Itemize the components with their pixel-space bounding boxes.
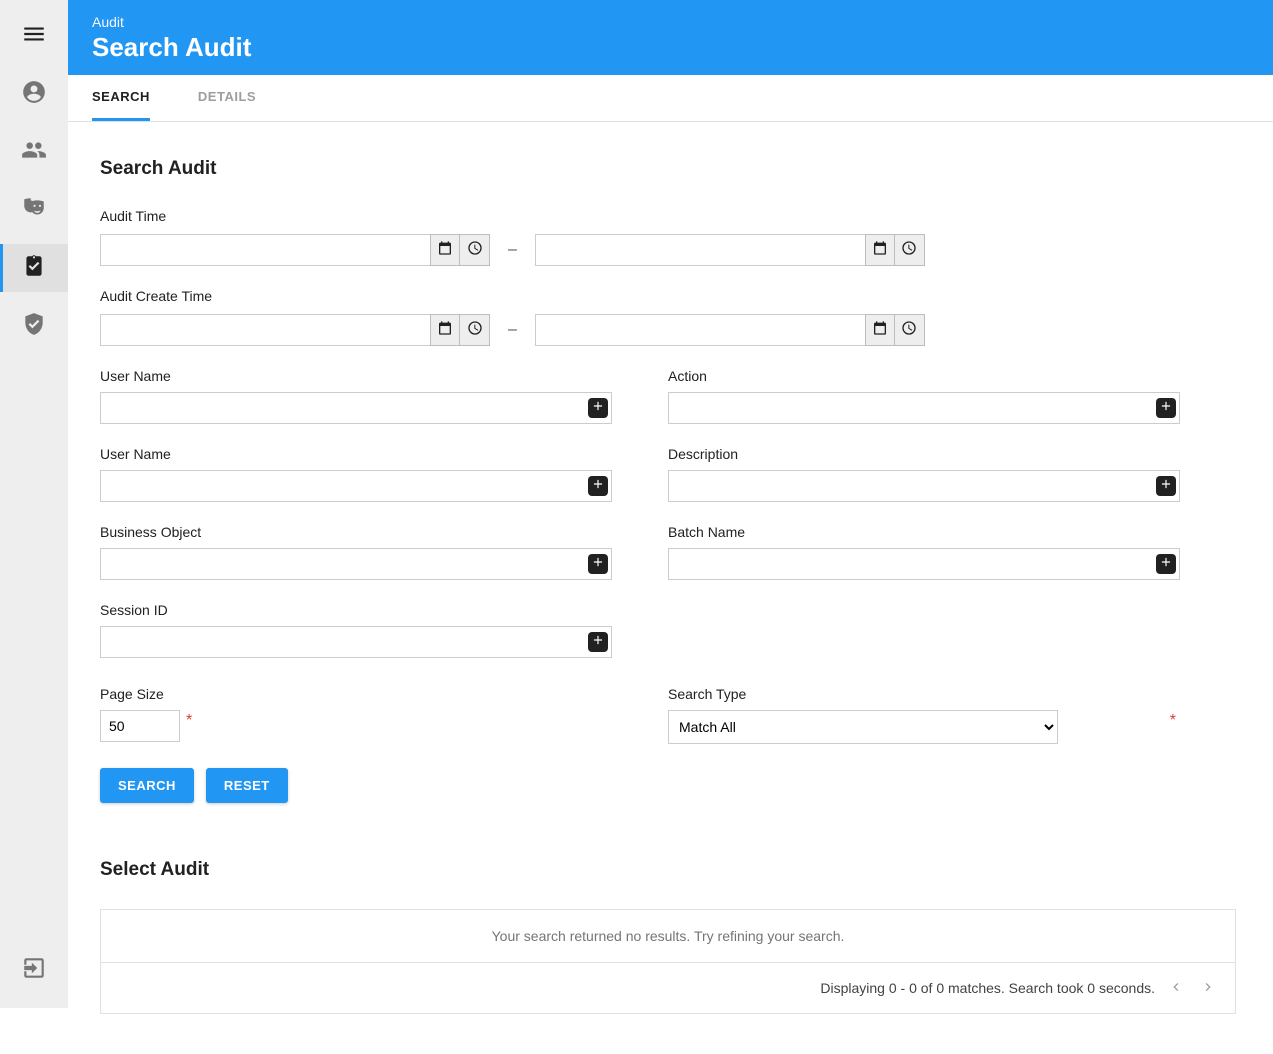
- search-type-select[interactable]: Match All: [668, 710, 1058, 744]
- breadcrumb: Audit: [92, 14, 1249, 30]
- action-label: Action: [668, 368, 1176, 384]
- business-object-input[interactable]: [100, 548, 612, 580]
- audit-create-to-date-button[interactable]: [865, 314, 895, 346]
- plus-icon: [591, 555, 605, 574]
- audit-create-time-range: –: [100, 314, 1236, 346]
- clock-icon: [901, 320, 917, 341]
- chevron-left-icon: [1168, 979, 1184, 998]
- business-object-add-button[interactable]: [588, 554, 608, 574]
- action-add-button[interactable]: [1156, 398, 1176, 418]
- audit-time-to-input[interactable]: [535, 234, 865, 266]
- results-prev-button[interactable]: [1165, 977, 1187, 999]
- user-name-2-input[interactable]: [100, 470, 612, 502]
- calendar-icon: [872, 240, 888, 261]
- user-name-2-add-button[interactable]: [588, 476, 608, 496]
- sidebar-item-security[interactable]: [0, 302, 68, 350]
- sidebar-item-theater[interactable]: [0, 186, 68, 234]
- tab-details[interactable]: DETAILS: [198, 75, 256, 121]
- clock-icon: [467, 240, 483, 261]
- description-label: Description: [668, 446, 1176, 462]
- menu-icon: [21, 21, 47, 52]
- user-name-2-label: User Name: [100, 446, 608, 462]
- group-icon: [21, 137, 47, 168]
- search-button[interactable]: SEARCH: [100, 768, 194, 803]
- page-header: Audit Search Audit: [68, 0, 1273, 75]
- audit-time-label: Audit Time: [100, 208, 1236, 224]
- audit-create-time-label: Audit Create Time: [100, 288, 1236, 304]
- tab-search[interactable]: SEARCH: [92, 75, 150, 121]
- sidebar: [0, 0, 68, 1008]
- plus-icon: [1159, 555, 1173, 574]
- audit-time-from-input[interactable]: [100, 234, 430, 266]
- audit-create-to-time-button[interactable]: [895, 314, 925, 346]
- sidebar-item-logout[interactable]: [0, 946, 68, 994]
- audit-time-to-time-button[interactable]: [895, 234, 925, 266]
- page-size-label: Page Size: [100, 686, 608, 702]
- clock-icon: [901, 240, 917, 261]
- description-input[interactable]: [668, 470, 1180, 502]
- calendar-icon: [437, 320, 453, 341]
- plus-icon: [591, 477, 605, 496]
- batch-name-input[interactable]: [668, 548, 1180, 580]
- batch-name-label: Batch Name: [668, 524, 1176, 540]
- sidebar-item-profile[interactable]: [0, 70, 68, 118]
- plus-icon: [1159, 477, 1173, 496]
- user-name-1-input[interactable]: [100, 392, 612, 424]
- menu-toggle[interactable]: [0, 12, 68, 60]
- audit-time-from-date-button[interactable]: [430, 234, 460, 266]
- sidebar-item-audit[interactable]: [0, 244, 68, 292]
- page-size-input[interactable]: [100, 710, 180, 742]
- assignment-check-icon: [21, 253, 47, 284]
- audit-create-from-time-button[interactable]: [460, 314, 490, 346]
- audit-time-from-time-button[interactable]: [460, 234, 490, 266]
- main: Audit Search Audit SEARCH DETAILS Search…: [68, 0, 1273, 1008]
- audit-create-from-input[interactable]: [100, 314, 430, 346]
- results-panel: Your search returned no results. Try ref…: [100, 909, 1236, 1014]
- range-separator: –: [508, 321, 517, 339]
- required-marker: *: [186, 712, 192, 730]
- required-marker: *: [1170, 712, 1176, 730]
- search-type-label: Search Type: [668, 686, 1176, 702]
- audit-time-range: –: [100, 234, 1236, 266]
- content: Search Audit Audit Time –: [68, 122, 1268, 1054]
- batch-name-add-button[interactable]: [1156, 554, 1176, 574]
- session-id-add-button[interactable]: [588, 632, 608, 652]
- page-title: Search Audit: [92, 32, 1249, 63]
- business-object-label: Business Object: [100, 524, 608, 540]
- plus-icon: [591, 399, 605, 418]
- results-empty-message: Your search returned no results. Try ref…: [101, 910, 1235, 963]
- search-audit-heading: Search Audit: [100, 158, 1236, 180]
- results-summary: Displaying 0 - 0 of 0 matches. Search to…: [820, 980, 1155, 996]
- description-add-button[interactable]: [1156, 476, 1176, 496]
- calendar-icon: [872, 320, 888, 341]
- audit-time-to-date-button[interactable]: [865, 234, 895, 266]
- clock-icon: [467, 320, 483, 341]
- user-name-1-add-button[interactable]: [588, 398, 608, 418]
- calendar-icon: [437, 240, 453, 261]
- results-next-button[interactable]: [1197, 977, 1219, 999]
- exit-icon: [21, 955, 47, 986]
- plus-icon: [591, 633, 605, 652]
- select-audit-heading: Select Audit: [100, 859, 1236, 881]
- account-circle-icon: [21, 79, 47, 110]
- session-id-label: Session ID: [100, 602, 608, 618]
- chevron-right-icon: [1200, 979, 1216, 998]
- audit-create-to-input[interactable]: [535, 314, 865, 346]
- sidebar-item-groups[interactable]: [0, 128, 68, 176]
- masks-icon: [21, 195, 47, 226]
- session-id-input[interactable]: [100, 626, 612, 658]
- audit-create-from-date-button[interactable]: [430, 314, 460, 346]
- tab-bar: SEARCH DETAILS: [68, 75, 1273, 122]
- shield-check-icon: [21, 311, 47, 342]
- reset-button[interactable]: RESET: [206, 768, 288, 803]
- plus-icon: [1159, 399, 1173, 418]
- action-input[interactable]: [668, 392, 1180, 424]
- range-separator: –: [508, 241, 517, 259]
- user-name-1-label: User Name: [100, 368, 608, 384]
